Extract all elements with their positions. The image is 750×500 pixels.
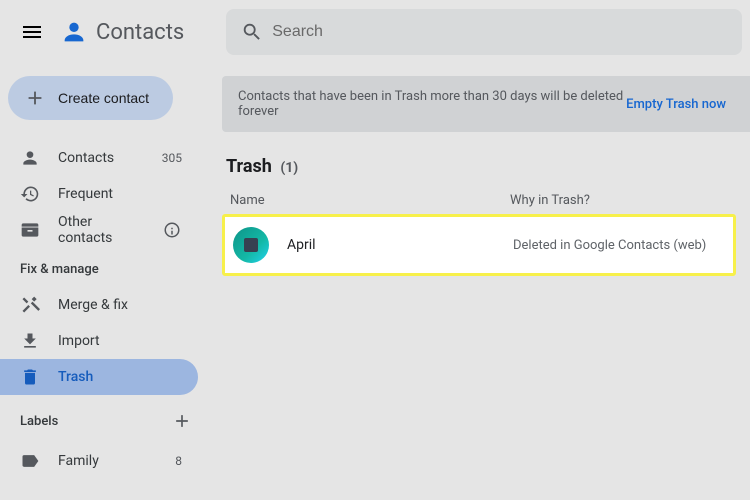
column-headers: Name Why in Trash? — [222, 181, 750, 214]
sidebar-item-trash[interactable]: Trash — [0, 359, 198, 395]
column-name: Name — [230, 193, 510, 208]
create-contact-label: Create contact — [58, 90, 149, 106]
archive-icon — [20, 220, 40, 240]
page-title: Trash (1) — [222, 140, 750, 181]
contact-avatar — [233, 227, 269, 263]
plus-icon — [172, 411, 192, 431]
search-container — [226, 9, 742, 55]
tools-icon — [20, 295, 40, 315]
history-icon — [20, 184, 40, 204]
contact-reason: Deleted in Google Contacts (web) — [513, 238, 706, 253]
create-contact-button[interactable]: Create contact — [8, 76, 173, 120]
app-header: Contacts — [0, 0, 750, 64]
sidebar-item-frequent[interactable]: Frequent — [0, 176, 198, 212]
app-logo[interactable]: Contacts — [60, 18, 184, 46]
contact-row[interactable]: April Deleted in Google Contacts (web) — [225, 217, 733, 273]
section-labels: Labels — [0, 399, 210, 439]
app-name: Contacts — [96, 20, 184, 45]
menu-button[interactable] — [8, 8, 56, 56]
column-reason: Why in Trash? — [510, 193, 750, 208]
search-box[interactable] — [226, 9, 742, 55]
hamburger-icon — [20, 20, 44, 44]
search-button[interactable] — [232, 12, 272, 52]
sidebar-item-import[interactable]: Import — [0, 323, 198, 359]
add-label-button[interactable] — [170, 409, 194, 433]
trash-icon — [20, 367, 40, 387]
sidebar-item-other-contacts[interactable]: Other contacts — [0, 212, 198, 248]
person-icon — [20, 148, 40, 168]
empty-trash-link[interactable]: Empty Trash now — [626, 97, 726, 112]
highlighted-row: April Deleted in Google Contacts (web) — [222, 214, 736, 276]
sidebar-item-merge-fix[interactable]: Merge & fix — [0, 287, 198, 323]
sidebar-item-contacts[interactable]: Contacts 305 — [0, 140, 198, 176]
plus-icon — [24, 87, 46, 109]
contacts-logo-icon — [60, 18, 88, 46]
banner-message: Contacts that have been in Trash more th… — [238, 89, 626, 119]
search-input[interactable] — [272, 23, 736, 41]
label-icon — [20, 451, 40, 471]
info-icon[interactable] — [162, 220, 182, 240]
section-fix-manage: Fix & manage — [0, 252, 210, 283]
sidebar-item-family[interactable]: Family 8 — [0, 443, 198, 479]
contact-name: April — [287, 237, 513, 253]
main-content: Contacts that have been in Trash more th… — [210, 64, 750, 500]
sidebar: Create contact Contacts 305 Frequent Oth… — [0, 64, 210, 500]
download-icon — [20, 331, 40, 351]
search-icon — [241, 21, 263, 43]
trash-banner: Contacts that have been in Trash more th… — [222, 76, 750, 132]
